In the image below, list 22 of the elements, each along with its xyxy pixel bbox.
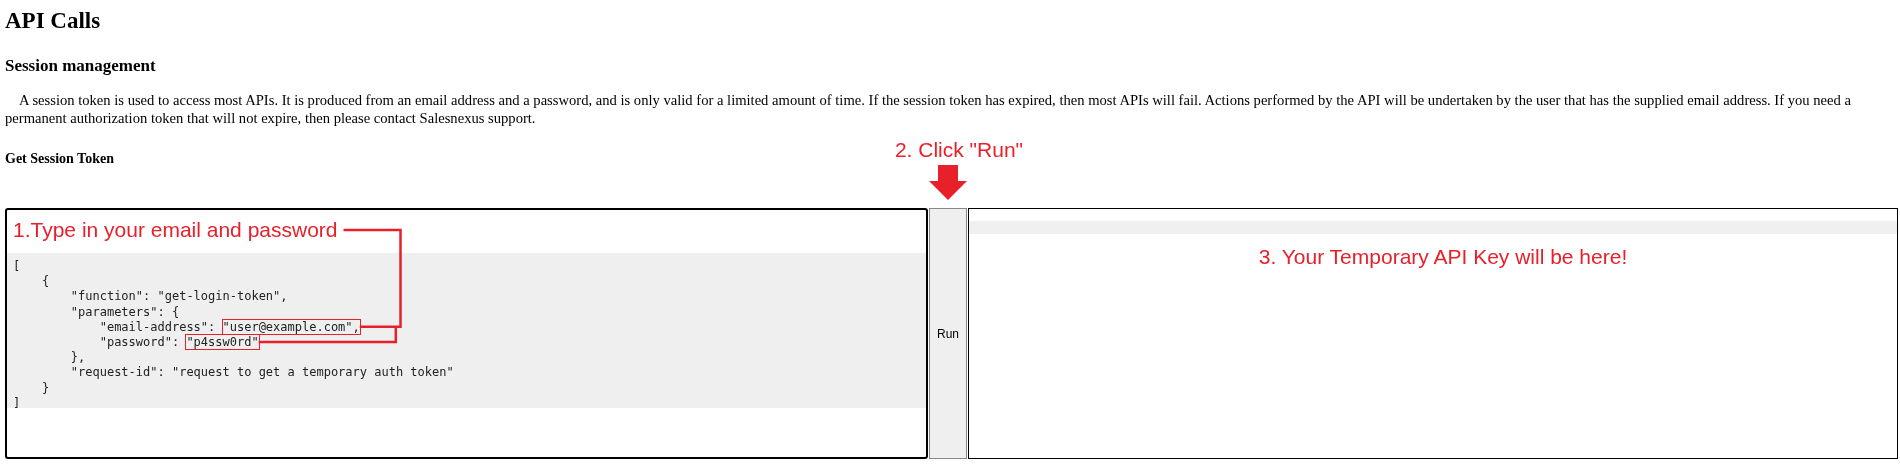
code-line: "function": "get-login-token", bbox=[69, 289, 288, 305]
code-line: "parameters": { bbox=[69, 304, 180, 320]
step-annotation: 3. Your Temporary API Key will be here! bbox=[1258, 244, 1628, 270]
code-line: [ bbox=[13, 259, 21, 275]
request-editor[interactable] bbox=[5, 208, 928, 459]
section-heading: Session management bbox=[5, 56, 157, 76]
highlighted-value: "user@example.com", bbox=[222, 319, 360, 334]
down-arrow-icon bbox=[928, 165, 968, 201]
code-line: "request-id": "request to get a temporary auth token" bbox=[69, 365, 454, 381]
highlighted-value: "p4ssw0rd" bbox=[186, 335, 259, 349]
step-annotation: 1.Type in your email and password bbox=[13, 217, 338, 243]
code-line: { bbox=[40, 274, 50, 290]
description-paragraph: A session token is used to access most APIs. It is produced from an email address and a password, and is only valid for a limited amount of time. If the session token has expired, then most APIs will fail. Actions performed by the API will be undertaken by the user that has the supplied email address. If you need a permanent authorization token that will not expire, then please contact Salesnexus support. bbox=[5, 91, 1852, 127]
code-line: "email-address": "user@example.com", bbox=[98, 319, 360, 335]
run-button[interactable]: Run bbox=[929, 208, 967, 459]
page-title: API Calls bbox=[5, 8, 102, 34]
code-line: } bbox=[40, 380, 50, 396]
code-line: }, bbox=[69, 350, 86, 366]
code-line: "password": "p4ssw0rd" bbox=[98, 335, 259, 351]
code-line: ] bbox=[13, 395, 21, 412]
subsection-heading: Get Session Token bbox=[5, 151, 115, 168]
step-annotation: 2. Click "Run" bbox=[894, 138, 1024, 161]
